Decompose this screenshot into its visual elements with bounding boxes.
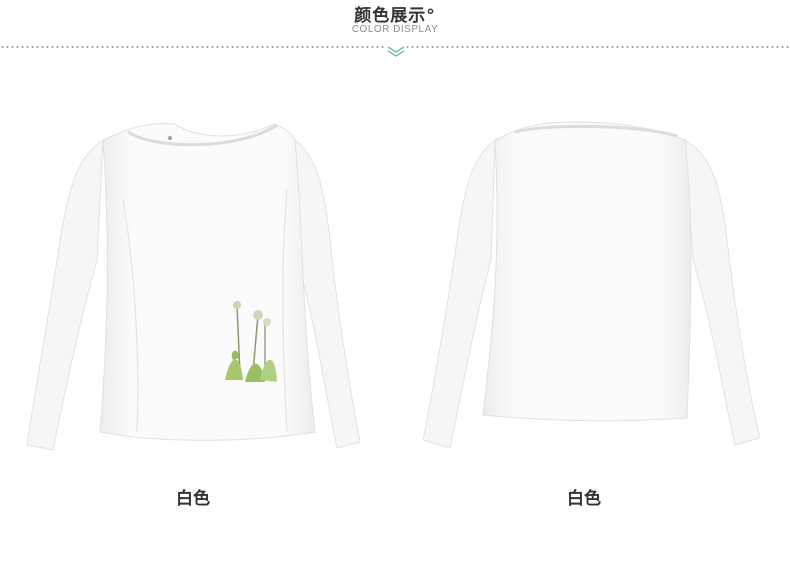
- color-label-back: 白色: [567, 489, 601, 509]
- section-title: 颜色展示°: [354, 6, 436, 26]
- product-image-front[interactable]: [25, 110, 370, 460]
- double-chevron-down-icon: [385, 44, 407, 58]
- product-image-back[interactable]: [415, 110, 770, 460]
- color-label-front: 白色: [176, 489, 210, 509]
- section-subtitle: COLOR DISPLAY: [351, 24, 439, 35]
- section-header: 颜色展示° COLOR DISPLAY: [0, 0, 790, 60]
